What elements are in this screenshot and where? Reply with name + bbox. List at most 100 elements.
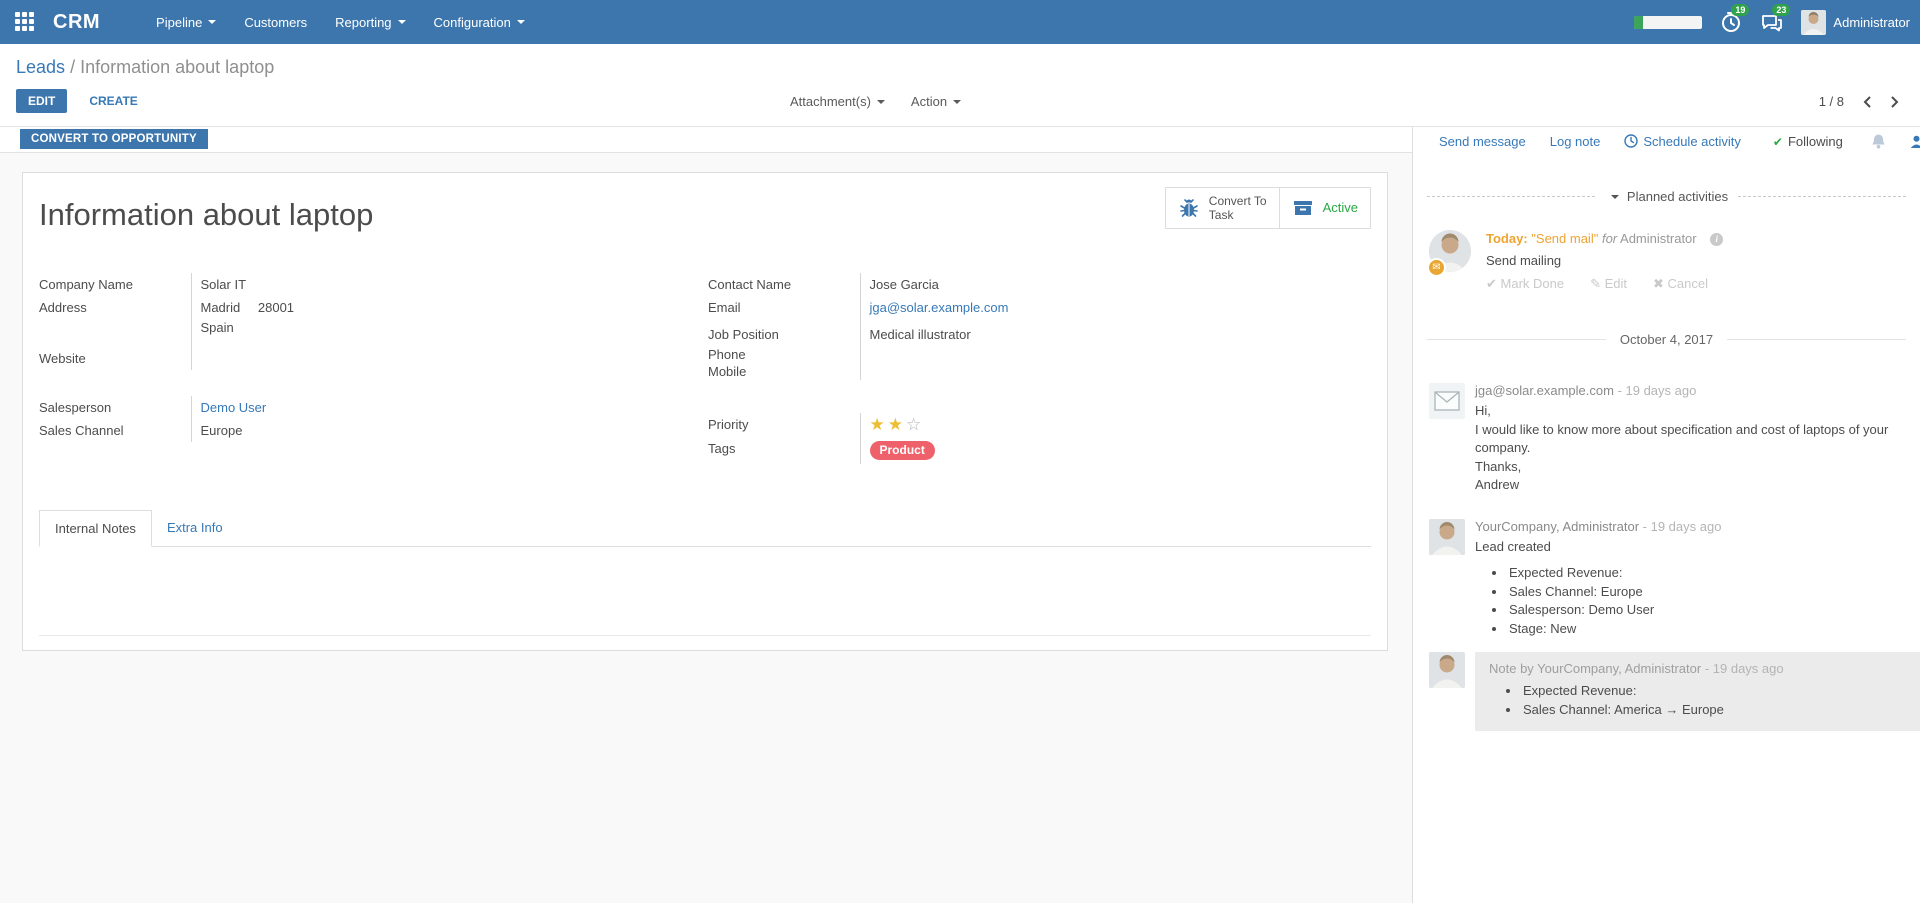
salesperson-label: Salesperson (39, 396, 191, 419)
user-name: Administrator (1833, 15, 1910, 30)
edit-activity-button[interactable]: Edit (1590, 276, 1627, 292)
priority-star-1[interactable] (870, 415, 885, 434)
envelope-avatar-icon (1429, 383, 1465, 419)
field-row-sales-channel: Sales Channel Europe (39, 419, 664, 442)
breadcrumb-leads-link[interactable]: Leads (16, 57, 65, 77)
field-row-address: Address Madrid 28001 Spain (39, 296, 664, 339)
message-time: - 19 days ago (1705, 661, 1784, 676)
apps-menu-icon[interactable] (15, 12, 35, 32)
mobile-value[interactable] (860, 363, 1373, 380)
menu-pipeline[interactable]: Pipeline (142, 0, 230, 44)
internal-notes-content[interactable] (39, 547, 1371, 635)
tab-extra-info[interactable]: Extra Info (152, 510, 238, 546)
convert-to-task-button[interactable]: Convert To Task (1165, 187, 1280, 229)
job-position-value[interactable]: Medical illustrator (860, 319, 1373, 346)
message-author[interactable]: jga@solar.example.com (1475, 383, 1614, 398)
convert-to-opportunity-button[interactable]: CONVERT TO OPPORTUNITY (20, 129, 208, 149)
website-value[interactable] (191, 339, 664, 370)
message-email: jga@solar.example.com - 19 days ago Hi, … (1429, 383, 1906, 495)
planned-activities-header: Planned activities (1427, 189, 1906, 204)
field-row-contact-name: Contact Name Jose Garcia (708, 273, 1373, 296)
field-row-tags: Tags Product (708, 437, 1373, 464)
company-name-label: Company Name (39, 273, 191, 296)
message-tracking-values: Expected Revenue: Sales Channel: Europe … (1475, 564, 1721, 638)
menu-configuration[interactable]: Configuration (420, 0, 539, 44)
message-tracking-values: Expected Revenue: Sales Channel: America… (1489, 682, 1906, 719)
contact-name-value[interactable]: Jose Garcia (860, 273, 1373, 296)
company-name-value[interactable]: Solar IT (191, 273, 664, 296)
send-message-button[interactable]: Send message (1439, 134, 1526, 149)
activities-clock-icon[interactable]: 19 (1719, 10, 1743, 34)
priority-stars (860, 413, 1373, 437)
form-statusbar: CONVERT TO OPPORTUNITY (0, 127, 1412, 153)
tab-internal-notes[interactable]: Internal Notes (39, 510, 152, 547)
sheet-divider (39, 635, 1371, 636)
person-icon (1910, 135, 1920, 148)
message-note: Note by YourCompany, Administrator - 19 … (1429, 652, 1920, 731)
log-note-button[interactable]: Log note (1550, 134, 1601, 149)
mobile-label: Mobile (708, 363, 860, 380)
menu-customers[interactable]: Customers (230, 0, 321, 44)
field-row-job-position: Job Position Medical illustrator (708, 319, 1373, 346)
date-separator: October 4, 2017 (1427, 332, 1906, 347)
priority-label: Priority (708, 413, 860, 437)
address-label: Address (39, 296, 191, 339)
caret-down-icon (398, 20, 406, 24)
schedule-activity-button[interactable]: Schedule activity (1624, 134, 1741, 149)
breadcrumb-current: Information about laptop (80, 57, 274, 77)
breadcrumb: Leads / Information about laptop (0, 44, 1920, 78)
tags-label: Tags (708, 437, 860, 464)
menu-reporting[interactable]: Reporting (321, 0, 419, 44)
avatar (1429, 519, 1465, 555)
breadcrumb-separator: / (70, 57, 75, 77)
address-value[interactable]: Madrid 28001 Spain (191, 296, 664, 339)
info-icon[interactable]: i (1710, 233, 1723, 246)
app-title[interactable]: CRM (53, 11, 100, 34)
activity-due: Today: (1486, 231, 1528, 246)
check-icon (1773, 134, 1783, 149)
planned-activities-toggle[interactable]: Planned activities (1605, 189, 1728, 204)
form-sheet: Convert To Task Active Informatio (22, 172, 1388, 651)
archive-icon (1292, 197, 1314, 219)
field-row-mobile: Mobile (708, 363, 1373, 380)
priority-star-2[interactable] (888, 415, 903, 434)
priority-star-3[interactable] (906, 415, 921, 434)
message-time: - 19 days ago (1618, 383, 1697, 398)
phone-value[interactable] (860, 346, 1373, 363)
messages-badge: 23 (1772, 4, 1790, 16)
following-toggle[interactable]: Following (1773, 134, 1843, 149)
notification-bell-icon[interactable] (1871, 133, 1886, 149)
attachments-dropdown[interactable]: Attachment(s) (790, 94, 885, 109)
message-author[interactable]: YourCompany, Administrator (1475, 519, 1639, 534)
message-author[interactable]: Note by YourCompany, Administrator (1489, 661, 1701, 676)
email-value-link[interactable]: jga@solar.example.com (870, 300, 1009, 315)
user-menu[interactable]: Administrator (1801, 10, 1910, 35)
bug-icon (1178, 197, 1200, 219)
email-label: Email (708, 296, 860, 319)
website-label: Website (39, 339, 191, 370)
notebook-tabs: Internal Notes Extra Info (39, 510, 1371, 547)
record-pager: 1 / 8 (1819, 94, 1900, 109)
cancel-activity-button[interactable]: Cancel (1653, 276, 1708, 292)
mark-done-button[interactable]: Mark Done (1486, 276, 1564, 292)
pager-next-icon[interactable] (1890, 95, 1900, 109)
messages-icon[interactable]: 23 (1760, 10, 1784, 34)
followers-button[interactable]: 2 (1910, 134, 1920, 149)
field-row-email: Email jga@solar.example.com (708, 296, 1373, 319)
edit-button[interactable]: EDIT (16, 89, 67, 113)
user-avatar (1801, 10, 1826, 35)
sales-channel-value[interactable]: Europe (191, 419, 664, 442)
create-button[interactable]: CREATE (89, 94, 137, 108)
systray-progress-bar (1634, 16, 1702, 29)
caret-down-icon (208, 20, 216, 24)
field-row-website: Website (39, 339, 664, 370)
pager-previous-icon[interactable] (1862, 95, 1872, 109)
salesperson-value-link[interactable]: Demo User (201, 400, 267, 415)
action-dropdown[interactable]: Action (911, 94, 961, 109)
activities-badge: 19 (1731, 4, 1749, 16)
field-row-salesperson: Salesperson Demo User (39, 396, 664, 419)
email-activity-badge-icon (1427, 258, 1446, 277)
active-toggle-button[interactable]: Active (1280, 187, 1371, 229)
tag-product[interactable]: Product (870, 441, 935, 460)
caret-down-icon (1611, 195, 1619, 199)
